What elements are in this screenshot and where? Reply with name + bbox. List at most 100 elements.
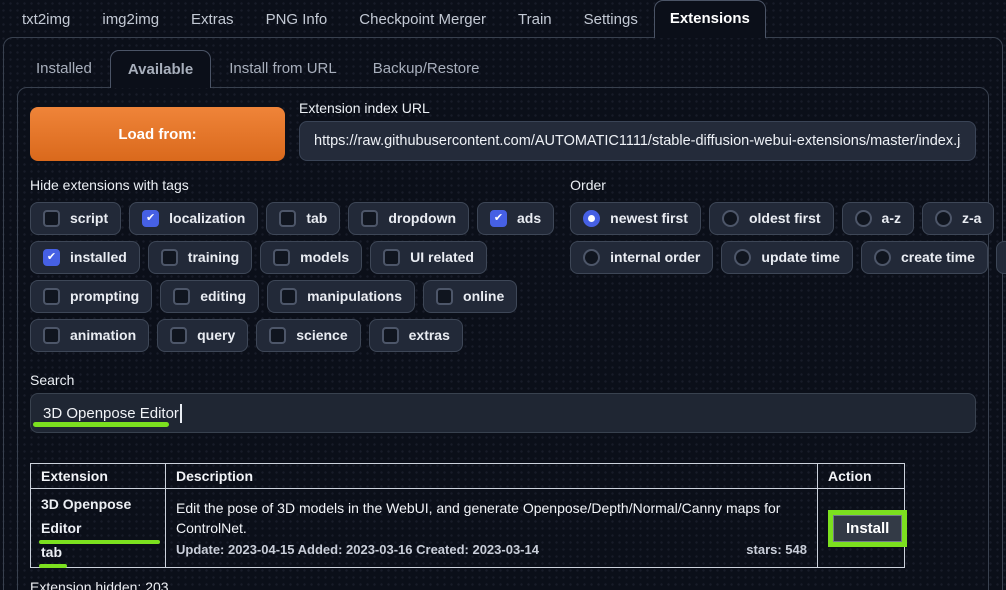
- hide-tags-group: Hide extensions with tags script ✔ localiz…: [30, 177, 555, 358]
- extension-index-url-field: Extension index URL: [299, 100, 976, 161]
- tag-checkbox-row: ✔ installed training models UI related: [30, 241, 554, 274]
- chip-label: models: [300, 249, 350, 266]
- chip-label: animation: [70, 327, 137, 344]
- search-annotation-underline: [33, 422, 169, 427]
- subtab-backup-restore[interactable]: Backup/Restore: [355, 49, 498, 87]
- tag-checkbox-training[interactable]: training: [147, 241, 253, 274]
- tag-checkbox-online[interactable]: online: [423, 280, 518, 313]
- order-radio-stars[interactable]: stars: [995, 241, 1006, 274]
- header-description: Description: [165, 463, 818, 489]
- extension-index-url-label: Extension index URL: [299, 100, 430, 116]
- tag-checkbox-animation[interactable]: animation: [30, 319, 150, 352]
- order-radio-row: newest first oldest first a-z z-a: [570, 202, 1006, 235]
- tab-extensions[interactable]: Extensions: [653, 0, 766, 38]
- chip-label: localization: [169, 210, 246, 227]
- checkbox-icon: [280, 288, 298, 305]
- order-group: Order newest first oldest first a-z z-a inte…: [570, 177, 1006, 358]
- extension-description: Edit the pose of 3D models in the WebUI,…: [176, 500, 781, 536]
- chip-label: editing: [200, 288, 247, 305]
- radio-icon: [583, 210, 601, 227]
- tag-checkbox-science[interactable]: science: [256, 319, 361, 352]
- checkbox-icon: [273, 249, 291, 266]
- search-input-value: 3D Openpose Editor: [43, 404, 179, 422]
- checkbox-icon: [43, 210, 60, 227]
- search-label: Search: [30, 372, 75, 388]
- install-annotation-box: Install: [828, 509, 908, 547]
- checkbox-icon: [279, 210, 297, 227]
- tab-png-info[interactable]: PNG Info: [250, 1, 344, 37]
- tag-checkbox-prompting[interactable]: prompting: [30, 280, 153, 313]
- header-extension: Extension: [30, 463, 166, 489]
- tab-train[interactable]: Train: [502, 1, 568, 37]
- checkbox-icon: ✔: [490, 210, 508, 227]
- subtab-available[interactable]: Available: [109, 50, 212, 88]
- tag-checkbox-ads[interactable]: ✔ ads: [477, 202, 555, 235]
- checkbox-icon: [436, 288, 454, 305]
- order-radio-create-time[interactable]: create time: [860, 241, 988, 274]
- chip-label: training: [187, 249, 240, 266]
- subtab-installed[interactable]: Installed: [18, 49, 110, 87]
- table-row: 3D Openpose Editor tab Edit the pose of …: [30, 488, 908, 568]
- order-radio-newest-first[interactable]: newest first: [570, 202, 701, 235]
- chip-label: dropdown: [388, 210, 457, 227]
- extensions-sub-tab-bar: Installed Available Install from URL Backup…: [4, 49, 1002, 88]
- tag-checkbox-models[interactable]: models: [260, 241, 363, 274]
- order-radio-internal-order[interactable]: internal order: [570, 241, 714, 274]
- tag-checkbox-row: script ✔ localization tab dropdown ✔ ads: [30, 202, 555, 235]
- subtab-install-from-url[interactable]: Install from URL: [211, 49, 355, 87]
- tab-extras[interactable]: Extras: [175, 1, 250, 37]
- tag-checkbox-ui-related[interactable]: UI related: [370, 241, 487, 274]
- search-input[interactable]: 3D Openpose Editor: [30, 393, 976, 433]
- load-from-button[interactable]: Load from:: [30, 107, 285, 161]
- extensions-panel: Installed Available Install from URL Backup…: [3, 37, 1006, 590]
- tag-checkbox-row: prompting editing manipulations online: [30, 280, 554, 313]
- extension-description-cell: Edit the pose of 3D models in the WebUI,…: [165, 488, 818, 568]
- chip-label: internal order: [610, 249, 701, 266]
- order-radio-oldest-first[interactable]: oldest first: [708, 202, 834, 235]
- header-action: Action: [817, 463, 905, 489]
- tag-checkbox-rows: script ✔ localization tab dropdown ✔ ads ✔ insta…: [30, 202, 555, 352]
- checkbox-icon: [170, 327, 188, 344]
- order-radio-update-time[interactable]: update time: [721, 241, 853, 274]
- extensions-table: Extension Description Action 3D Openpose…: [30, 463, 908, 568]
- checkbox-icon: [173, 288, 191, 305]
- tag-checkbox-extras[interactable]: extras: [368, 319, 463, 352]
- tab-img2img[interactable]: img2img: [86, 1, 175, 37]
- chip-label: manipulations: [307, 288, 403, 305]
- checkbox-icon: [383, 249, 401, 266]
- checkbox-icon: [160, 249, 178, 266]
- hide-tags-label: Hide extensions with tags: [30, 177, 189, 193]
- main-tab-bar: txt2img img2img Extras PNG Info Checkpoint M…: [0, 0, 1006, 38]
- extension-tag: tab: [39, 540, 67, 568]
- text-cursor: [179, 403, 182, 423]
- checkbox-icon: [269, 327, 287, 344]
- chip-label: create time: [900, 249, 975, 266]
- radio-icon: [873, 249, 891, 266]
- tag-checkbox-installed[interactable]: ✔ installed: [30, 241, 140, 274]
- tab-txt2img[interactable]: txt2img: [6, 1, 86, 37]
- radio-icon: [934, 210, 952, 227]
- extension-name: 3D Openpose Editor: [39, 492, 160, 544]
- checkbox-icon: ✔: [142, 210, 160, 227]
- order-radio-z-a[interactable]: z-a: [921, 202, 995, 235]
- tag-checkbox-script[interactable]: script: [30, 202, 122, 235]
- tag-checkbox-editing[interactable]: editing: [160, 280, 260, 313]
- tag-checkbox-localization[interactable]: ✔ localization: [129, 202, 259, 235]
- tag-checkbox-query[interactable]: query: [157, 319, 249, 352]
- install-button[interactable]: Install: [833, 514, 903, 542]
- radio-icon: [721, 210, 739, 227]
- chip-label: update time: [761, 249, 840, 266]
- tab-checkpoint-merger[interactable]: Checkpoint Merger: [343, 1, 502, 37]
- chip-label: oldest first: [748, 210, 821, 227]
- tab-settings[interactable]: Settings: [568, 1, 654, 37]
- tag-checkbox-dropdown[interactable]: dropdown: [348, 202, 470, 235]
- chip-label: a-z: [881, 210, 901, 227]
- chip-label: science: [296, 327, 348, 344]
- order-radio-rows: newest first oldest first a-z z-a internal o…: [570, 202, 1006, 274]
- filters-row: Hide extensions with tags script ✔ localiz…: [30, 177, 1006, 358]
- order-radio-a-z[interactable]: a-z: [841, 202, 914, 235]
- checkbox-icon: [43, 327, 60, 344]
- tag-checkbox-manipulations[interactable]: manipulations: [267, 280, 416, 313]
- extension-index-url-input[interactable]: [299, 121, 976, 161]
- tag-checkbox-tab[interactable]: tab: [266, 202, 341, 235]
